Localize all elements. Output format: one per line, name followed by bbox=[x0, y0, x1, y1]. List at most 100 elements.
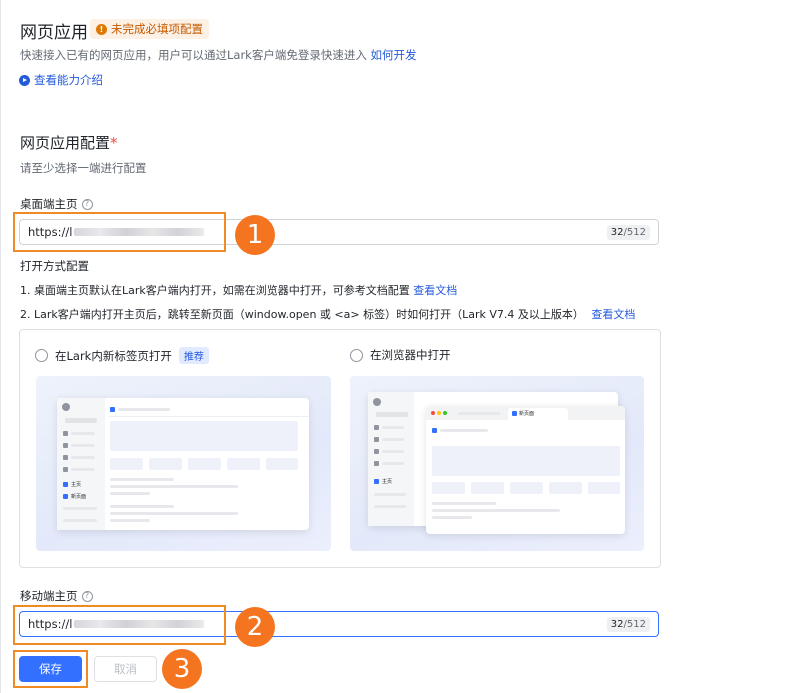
radio-lark-new-tab[interactable] bbox=[35, 349, 48, 362]
desktop-label-text: 桌面端主页 bbox=[20, 197, 78, 211]
text-bar bbox=[432, 502, 496, 505]
view-docs-link-2[interactable]: 查看文档 bbox=[591, 308, 635, 321]
new-page-icon bbox=[63, 494, 68, 499]
home-icon bbox=[374, 479, 379, 484]
nav-bar bbox=[374, 505, 406, 508]
step-badge-1: 1 bbox=[235, 215, 275, 255]
nav-bar bbox=[63, 519, 97, 522]
nav-bar bbox=[374, 493, 406, 496]
nav-bar bbox=[382, 450, 404, 453]
preview-window: 主页 新页面 bbox=[57, 398, 309, 530]
nav-bar bbox=[63, 507, 97, 510]
content-block bbox=[110, 458, 143, 470]
content-block bbox=[149, 458, 182, 470]
nav-icon bbox=[63, 455, 68, 460]
open-mode-line-2: 2. Lark客户端内打开主页后，跳转至新页面（window.open 或 <a… bbox=[20, 306, 635, 322]
divider bbox=[109, 416, 309, 417]
view-intro-label: 查看能力介绍 bbox=[34, 73, 103, 87]
desktop-homepage-label: 桌面端主页 ? bbox=[20, 196, 93, 212]
page-title-bar bbox=[118, 408, 170, 411]
avatar bbox=[62, 403, 70, 411]
open-mode-line-2-text: 2. Lark客户端内打开主页后，跳转至新页面（window.open 或 <a… bbox=[20, 308, 584, 321]
recommended-tag: 推荐 bbox=[178, 347, 209, 364]
option-lark-new-tab-label: 在Lark内新标签页打开 bbox=[55, 348, 172, 363]
nav-bar bbox=[382, 426, 404, 429]
content-block bbox=[266, 458, 298, 470]
page-title-bar bbox=[440, 429, 488, 432]
nav-icon bbox=[374, 437, 379, 442]
nav-bar bbox=[71, 432, 95, 435]
text-bar bbox=[110, 505, 174, 508]
config-title-text: 网页应用配置 bbox=[20, 134, 111, 152]
page-title: 网页应用 bbox=[20, 23, 88, 43]
view-docs-link-1[interactable]: 查看文档 bbox=[413, 284, 457, 297]
mobile-counter-used: 32 bbox=[610, 618, 624, 630]
warning-icon: ! bbox=[96, 23, 107, 35]
preview-home-label: 主页 bbox=[382, 479, 393, 485]
maximize-dot bbox=[443, 411, 447, 415]
config-section-title: 网页应用配置* bbox=[20, 132, 118, 153]
mobile-label-text: 移动端主页 bbox=[20, 589, 78, 603]
nav-bar bbox=[71, 456, 95, 459]
description-text: 快速接入已有的网页应用，用户可以通过Lark客户端免登录快速进入 bbox=[20, 48, 367, 62]
preview-browser-window: 新页面 bbox=[426, 406, 625, 534]
preview-search-bar bbox=[376, 412, 408, 417]
nav-bar bbox=[382, 462, 404, 465]
browser-tab-label: 新页面 bbox=[519, 411, 535, 417]
page-icon bbox=[432, 428, 437, 433]
step-badge-2: 2 bbox=[235, 607, 275, 647]
content-block bbox=[227, 458, 260, 470]
view-intro-link[interactable]: 查看能力介绍 bbox=[19, 72, 103, 88]
open-mode-line-1: 1. 桌面端主页默认在Lark客户端内打开，如需在浏览器中打开，可参考文档配置 … bbox=[20, 282, 457, 298]
preview-search-bar bbox=[65, 418, 97, 423]
nav-icon bbox=[63, 443, 68, 448]
desktop-counter-used: 32 bbox=[610, 226, 624, 238]
mobile-homepage-label: 移动端主页 ? bbox=[20, 588, 93, 604]
nav-icon bbox=[63, 431, 68, 436]
page-description: 快速接入已有的网页应用，用户可以通过Lark客户端免登录快速进入 如何开发 bbox=[20, 47, 417, 63]
close-dot bbox=[431, 411, 435, 415]
preview-new-page-label: 新页面 bbox=[71, 494, 87, 500]
page-icon bbox=[110, 407, 115, 412]
open-mode-line-1-text: 1. 桌面端主页默认在Lark客户端内打开，如需在浏览器中打开，可参考文档配置 bbox=[20, 284, 410, 297]
avatar bbox=[373, 398, 381, 406]
nav-icon bbox=[374, 425, 379, 430]
mobile-char-counter: 32/512 bbox=[606, 616, 650, 632]
text-bar bbox=[432, 516, 472, 519]
text-bar bbox=[110, 478, 174, 481]
text-bar bbox=[110, 485, 238, 488]
radio-browser[interactable] bbox=[350, 348, 363, 362]
play-icon bbox=[19, 74, 30, 86]
browser-active-tab bbox=[508, 408, 568, 420]
preview-home-label: 主页 bbox=[71, 482, 82, 488]
help-icon[interactable]: ? bbox=[81, 590, 93, 602]
required-mark: * bbox=[110, 134, 118, 152]
mobile-counter-max: /512 bbox=[623, 618, 646, 630]
how-to-develop-link[interactable]: 如何开发 bbox=[371, 48, 417, 62]
nav-icon bbox=[63, 467, 68, 472]
new-page-icon bbox=[512, 411, 517, 416]
help-icon[interactable]: ? bbox=[81, 198, 93, 210]
option-browser-label: 在浏览器中打开 bbox=[370, 348, 451, 362]
warning-badge: ! 未完成必填项配置 bbox=[90, 19, 209, 39]
text-bar bbox=[432, 509, 560, 512]
minimize-dot bbox=[437, 411, 441, 415]
option-lark-new-tab[interactable]: 在Lark内新标签页打开 推荐 bbox=[35, 347, 209, 364]
nav-icon bbox=[374, 449, 379, 454]
content-block bbox=[549, 482, 582, 494]
nav-bar bbox=[382, 438, 404, 441]
nav-bar bbox=[71, 468, 95, 471]
content-block bbox=[510, 482, 543, 494]
content-block bbox=[110, 421, 298, 451]
highlight-box-3 bbox=[13, 650, 88, 688]
nav-icon bbox=[374, 461, 379, 466]
home-icon bbox=[63, 482, 68, 487]
config-hint: 请至少选择一端进行配置 bbox=[20, 161, 147, 175]
option-browser[interactable]: 在浏览器中打开 bbox=[350, 347, 451, 363]
content-block bbox=[588, 482, 620, 494]
highlight-box-2 bbox=[13, 605, 226, 645]
cancel-button[interactable]: 取消 bbox=[94, 656, 157, 682]
preview-lark-new-tab: 主页 新页面 bbox=[36, 376, 331, 551]
left-border bbox=[0, 0, 1, 693]
content-block bbox=[471, 482, 504, 494]
